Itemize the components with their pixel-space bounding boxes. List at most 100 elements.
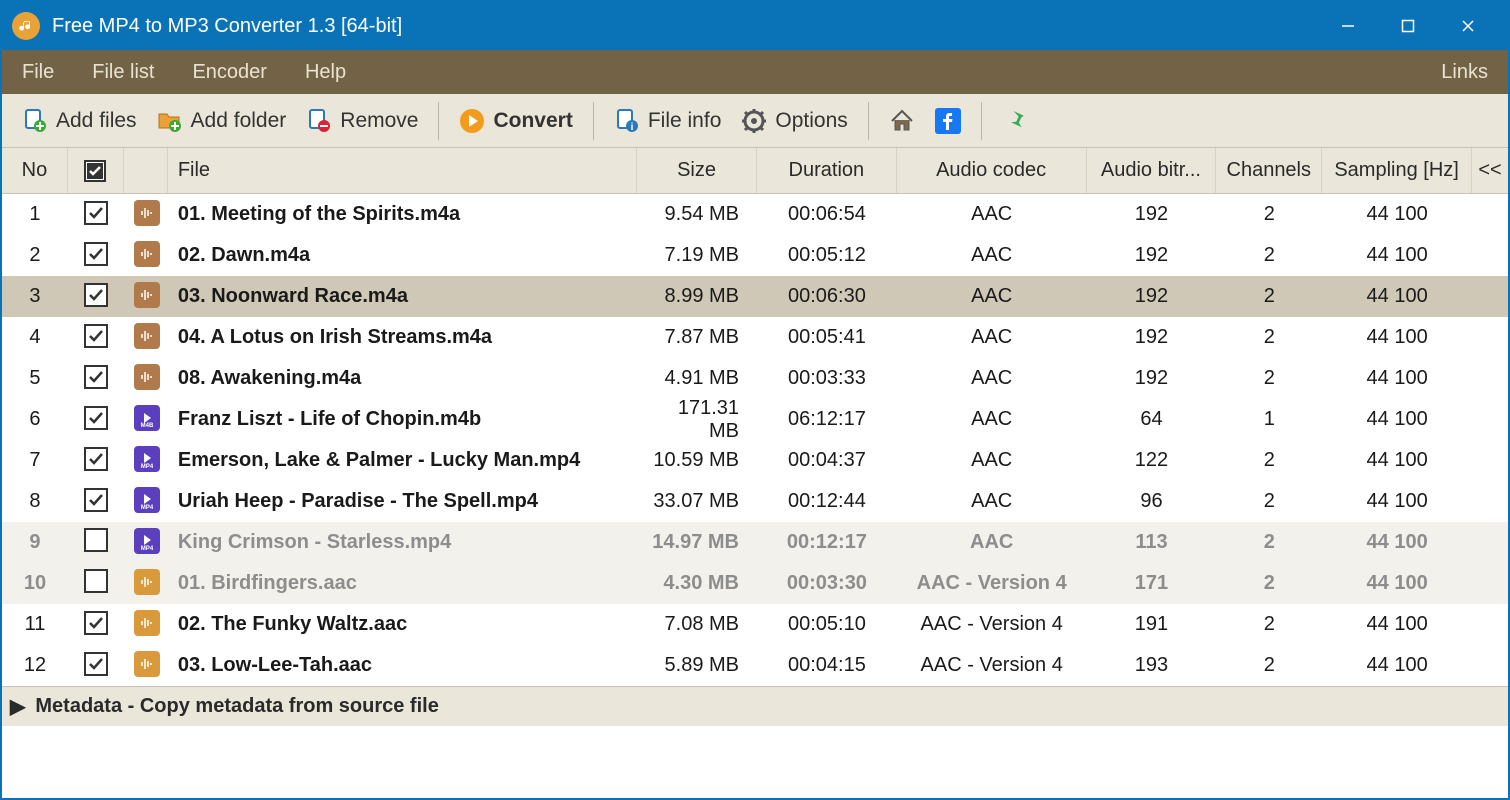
row-checkbox[interactable] bbox=[68, 201, 124, 228]
row-checkbox[interactable] bbox=[68, 528, 124, 558]
file-type-icon: MP4 bbox=[124, 446, 168, 475]
col-sampling[interactable]: Sampling [Hz] bbox=[1322, 148, 1472, 193]
row-checkbox[interactable] bbox=[68, 569, 124, 599]
file-sampling: 44 100 bbox=[1322, 326, 1472, 349]
menu-links[interactable]: Links bbox=[1441, 61, 1488, 84]
row-checkbox[interactable] bbox=[68, 611, 124, 638]
file-size: 4.91 MB bbox=[637, 367, 757, 390]
col-file[interactable]: File bbox=[168, 148, 637, 193]
menu-encoder[interactable]: Encoder bbox=[192, 61, 267, 84]
col-channels[interactable]: Channels bbox=[1216, 148, 1322, 193]
add-folder-icon bbox=[157, 108, 183, 134]
file-channels: 1 bbox=[1216, 408, 1322, 431]
options-button[interactable]: Options bbox=[731, 104, 857, 138]
row-checkbox[interactable] bbox=[68, 488, 124, 515]
maximize-button[interactable] bbox=[1378, 2, 1438, 50]
col-bitrate[interactable]: Audio bitr... bbox=[1087, 148, 1217, 193]
file-info-button[interactable]: i File info bbox=[604, 104, 732, 138]
table-row[interactable]: 6M4BFranz Liszt - Life of Chopin.m4b171.… bbox=[2, 399, 1508, 440]
menu-file[interactable]: File bbox=[22, 61, 54, 84]
file-size: 7.08 MB bbox=[637, 613, 757, 636]
file-type-icon: MP4 bbox=[124, 487, 168, 516]
col-no[interactable]: No bbox=[2, 148, 68, 193]
row-checkbox[interactable] bbox=[68, 652, 124, 679]
gear-icon bbox=[741, 108, 767, 134]
home-button[interactable] bbox=[879, 104, 925, 138]
file-duration: 00:12:44 bbox=[757, 490, 897, 513]
row-number: 8 bbox=[2, 490, 68, 513]
toolbar-separator bbox=[981, 102, 982, 140]
facebook-icon bbox=[935, 108, 961, 134]
table-row[interactable]: 202. Dawn.m4a7.19 MB00:05:12AAC192244 10… bbox=[2, 235, 1508, 276]
file-sampling: 44 100 bbox=[1322, 285, 1472, 308]
file-sampling: 44 100 bbox=[1322, 367, 1472, 390]
table-row[interactable]: 7MP4Emerson, Lake & Palmer - Lucky Man.m… bbox=[2, 440, 1508, 481]
table-row[interactable]: 1001. Birdfingers.aac4.30 MB00:03:30AAC … bbox=[2, 563, 1508, 604]
remove-button[interactable]: Remove bbox=[296, 104, 428, 138]
file-bitrate: 171 bbox=[1087, 572, 1217, 595]
file-channels: 2 bbox=[1216, 654, 1322, 677]
add-folder-label: Add folder bbox=[191, 109, 287, 133]
file-list: 101. Meeting of the Spirits.m4a9.54 MB00… bbox=[2, 194, 1508, 686]
file-codec: AAC bbox=[897, 285, 1087, 308]
file-channels: 2 bbox=[1216, 285, 1322, 308]
col-type[interactable] bbox=[124, 148, 168, 193]
table-row[interactable]: 1203. Low-Lee-Tah.aac5.89 MB00:04:15AAC … bbox=[2, 645, 1508, 686]
row-number: 6 bbox=[2, 408, 68, 431]
row-checkbox[interactable] bbox=[68, 447, 124, 474]
row-checkbox[interactable] bbox=[68, 406, 124, 433]
table-row[interactable]: 9MP4King Crimson - Starless.mp414.97 MB0… bbox=[2, 522, 1508, 563]
table-row[interactable]: 404. A Lotus on Irish Streams.m4a7.87 MB… bbox=[2, 317, 1508, 358]
table-row[interactable]: 8MP4Uriah Heep - Paradise - The Spell.mp… bbox=[2, 481, 1508, 522]
close-button[interactable] bbox=[1438, 2, 1498, 50]
file-codec: AAC bbox=[897, 244, 1087, 267]
file-size: 171.31 MB bbox=[637, 397, 757, 443]
file-bitrate: 191 bbox=[1087, 613, 1217, 636]
file-duration: 00:04:37 bbox=[757, 449, 897, 472]
file-codec: AAC - Version 4 bbox=[897, 572, 1087, 595]
row-checkbox[interactable] bbox=[68, 324, 124, 351]
file-codec: AAC bbox=[897, 203, 1087, 226]
file-duration: 00:05:12 bbox=[757, 244, 897, 267]
file-type-icon bbox=[124, 241, 168, 270]
row-number: 10 bbox=[2, 572, 68, 595]
col-codec[interactable]: Audio codec bbox=[897, 148, 1087, 193]
file-sampling: 44 100 bbox=[1322, 613, 1472, 636]
table-row[interactable]: 101. Meeting of the Spirits.m4a9.54 MB00… bbox=[2, 194, 1508, 235]
add-files-label: Add files bbox=[56, 109, 137, 133]
window-title: Free MP4 to MP3 Converter 1.3 [64-bit] bbox=[52, 15, 1318, 38]
file-codec: AAC bbox=[897, 449, 1087, 472]
row-checkbox[interactable] bbox=[68, 283, 124, 310]
row-number: 5 bbox=[2, 367, 68, 390]
file-codec: AAC bbox=[897, 326, 1087, 349]
file-codec: AAC bbox=[897, 490, 1087, 513]
svg-text:MP4: MP4 bbox=[141, 546, 154, 551]
table-row[interactable]: 303. Noonward Race.m4a8.99 MB00:06:30AAC… bbox=[2, 276, 1508, 317]
col-duration[interactable]: Duration bbox=[757, 148, 897, 193]
add-folder-button[interactable]: Add folder bbox=[147, 104, 297, 138]
file-type-icon: M4B bbox=[124, 405, 168, 434]
convert-button[interactable]: Convert bbox=[449, 104, 582, 138]
expand-columns-button[interactable]: << bbox=[1472, 148, 1508, 193]
minimize-button[interactable] bbox=[1318, 2, 1378, 50]
file-size: 5.89 MB bbox=[637, 654, 757, 677]
row-checkbox[interactable] bbox=[68, 365, 124, 392]
file-sampling: 44 100 bbox=[1322, 572, 1472, 595]
col-size[interactable]: Size bbox=[637, 148, 757, 193]
table-row[interactable]: 1102. The Funky Waltz.aac7.08 MB00:05:10… bbox=[2, 604, 1508, 645]
add-files-button[interactable]: Add files bbox=[12, 104, 147, 138]
file-duration: 00:05:41 bbox=[757, 326, 897, 349]
file-name: 04. A Lotus on Irish Streams.m4a bbox=[168, 326, 637, 349]
metadata-panel-header[interactable]: ▶ Metadata - Copy metadata from source f… bbox=[2, 686, 1508, 726]
menu-help[interactable]: Help bbox=[305, 61, 346, 84]
table-row[interactable]: 508. Awakening.m4a4.91 MB00:03:33AAC1922… bbox=[2, 358, 1508, 399]
col-check-all[interactable] bbox=[68, 148, 124, 193]
menu-file-list[interactable]: File list bbox=[92, 61, 154, 84]
file-size: 7.19 MB bbox=[637, 244, 757, 267]
row-checkbox[interactable] bbox=[68, 242, 124, 269]
pin-button[interactable] bbox=[992, 104, 1038, 138]
file-channels: 2 bbox=[1216, 490, 1322, 513]
file-duration: 06:12:17 bbox=[757, 408, 897, 431]
file-codec: AAC bbox=[897, 367, 1087, 390]
facebook-button[interactable] bbox=[925, 104, 971, 138]
